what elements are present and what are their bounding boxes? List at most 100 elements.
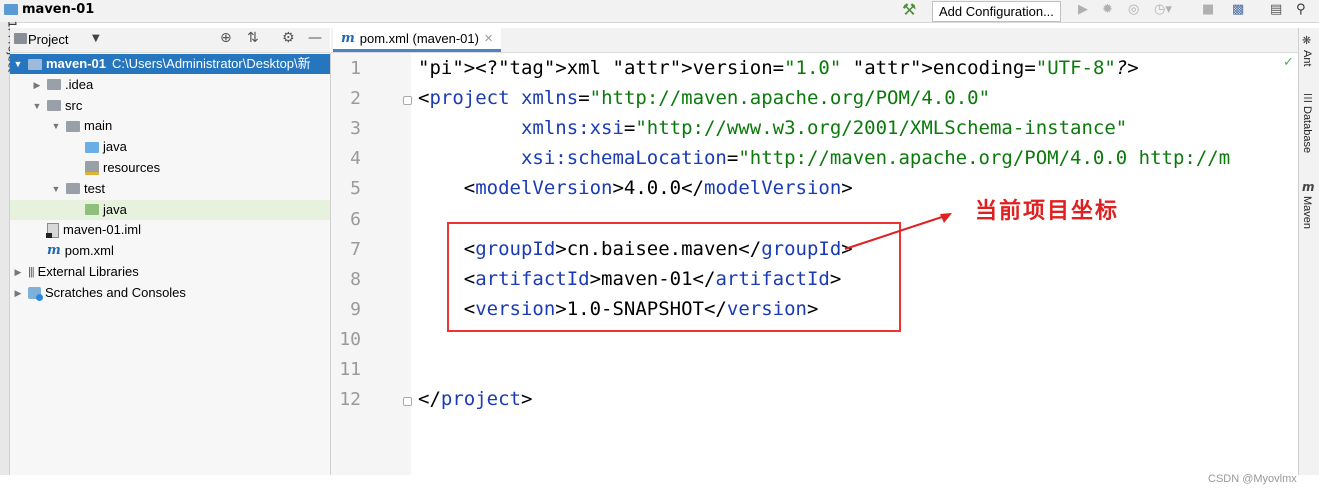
project-view-icon bbox=[14, 33, 27, 48]
scratches-icon bbox=[28, 286, 43, 301]
tree-item-label: maven-01 bbox=[46, 56, 106, 71]
tree-item-label: pom.xml bbox=[64, 243, 114, 259]
window-project-title[interactable]: maven-01 bbox=[4, 2, 94, 17]
annotation-arrow bbox=[844, 213, 952, 250]
tree-item[interactable]: ▶ .idea bbox=[10, 75, 330, 95]
folder-icon bbox=[66, 120, 80, 132]
search-icon[interactable]: ⚲ bbox=[1296, 2, 1306, 17]
annotation-box bbox=[447, 222, 901, 332]
chevron-down-icon[interactable]: ▼ bbox=[31, 96, 43, 116]
resources-folder-icon bbox=[85, 161, 99, 175]
project-view-selector[interactable]: Project bbox=[28, 32, 68, 47]
maven-icon: m bbox=[1302, 180, 1315, 194]
profile-icon[interactable]: ◷▾ bbox=[1154, 2, 1172, 17]
tab-pom-xml[interactable]: m pom.xml (maven-01) ✕ bbox=[333, 28, 502, 52]
title-bar bbox=[0, 0, 1319, 23]
line-number: 3 bbox=[350, 118, 361, 140]
close-icon[interactable]: ✕ bbox=[484, 32, 493, 45]
libraries-icon: |||‪ bbox=[28, 266, 35, 278]
watermark: CSDN @Myovlmx bbox=[1208, 473, 1297, 485]
locate-icon[interactable]: ⊕ bbox=[220, 30, 232, 46]
iml-file-icon bbox=[46, 222, 59, 238]
line-number: 7 bbox=[350, 238, 361, 260]
tree-item[interactable]: ▼ main bbox=[10, 116, 330, 136]
debug-icon[interactable]: ✹ bbox=[1102, 2, 1113, 17]
database-tool-tab[interactable]: Database bbox=[1301, 106, 1313, 153]
run-icon[interactable]: ▶ bbox=[1078, 2, 1088, 17]
left-tool-strip bbox=[0, 22, 10, 475]
stop-icon[interactable]: ■ bbox=[1202, 2, 1214, 17]
maven-tool-tab[interactable]: Maven bbox=[1301, 196, 1313, 229]
tree-item[interactable]: ▼ maven-01 C:\Users\Administrator\Desktop\… bbox=[10, 54, 330, 74]
line-number: 2 bbox=[350, 88, 361, 110]
chevron-right-icon[interactable]: ▶ bbox=[12, 283, 24, 303]
ant-tool-tab[interactable]: Ant bbox=[1301, 50, 1313, 67]
chevron-down-icon[interactable]: ▼ bbox=[12, 54, 24, 74]
checkmark-icon: ✓ bbox=[1283, 55, 1294, 70]
annotation-label: 当前项目坐标 bbox=[975, 198, 1120, 224]
gear-icon[interactable]: ⚙ bbox=[282, 30, 295, 46]
fold-marker-icon[interactable] bbox=[403, 96, 412, 105]
chevron-down-icon[interactable]: ▼ bbox=[92, 33, 100, 44]
maven-file-icon: m bbox=[47, 243, 61, 259]
code-line[interactable]: </project> bbox=[418, 388, 532, 410]
line-number: 10 bbox=[339, 328, 361, 350]
line-number: 6 bbox=[350, 208, 361, 230]
tree-item-label: java bbox=[103, 139, 127, 155]
module-folder-icon bbox=[28, 58, 42, 70]
chevron-down-icon[interactable]: ▼ bbox=[50, 179, 62, 199]
database-icon: ☰ bbox=[1303, 92, 1313, 105]
folder-icon bbox=[66, 183, 80, 195]
tree-item-label: .idea bbox=[65, 76, 94, 92]
build-hammer-icon[interactable]: ⚒ bbox=[902, 0, 916, 19]
coverage-icon[interactable]: ◎ bbox=[1128, 2, 1139, 17]
terminal-icon[interactable]: ▤ bbox=[1270, 2, 1282, 17]
tree-item-label: java bbox=[103, 201, 127, 217]
tree-item-label: test bbox=[84, 180, 105, 196]
tree-item[interactable]: maven-01.iml bbox=[10, 220, 330, 240]
chevron-right-icon[interactable]: ▶ bbox=[31, 75, 43, 95]
ant-icon: ❋ bbox=[1302, 34, 1312, 47]
code-line[interactable]: xmlns:xsi="http://www.w3.org/2001/XMLSch… bbox=[418, 117, 1127, 139]
tree-item-label: resources bbox=[103, 160, 161, 175]
chevron-down-icon[interactable]: ▼ bbox=[50, 116, 62, 136]
tree-item-label: maven-01.iml bbox=[63, 222, 142, 238]
line-number: 1 bbox=[350, 58, 361, 79]
tree-item-label: Scratches and Consoles bbox=[45, 284, 186, 300]
tree-item[interactable]: m pom.xml bbox=[10, 241, 330, 261]
line-number: 9 bbox=[350, 298, 361, 320]
code-line[interactable]: <modelVersion>4.0.0</modelVersion> bbox=[418, 177, 853, 199]
tree-item-label: External Libraries bbox=[37, 264, 139, 279]
tree-item-label: src bbox=[65, 97, 83, 113]
tree-item[interactable]: java bbox=[10, 199, 330, 220]
folder-icon bbox=[47, 79, 61, 91]
maven-file-icon: m bbox=[341, 31, 355, 46]
project-folder-icon bbox=[4, 4, 18, 15]
fold-marker-icon[interactable] bbox=[403, 397, 412, 406]
code-line[interactable]: xsi:schemaLocation="http://maven.apache.… bbox=[418, 147, 1230, 169]
tree-item[interactable]: ▶ |||‪ External Libraries bbox=[10, 262, 330, 282]
tree-item-path: C:\Users\Administrator\Desktop\新 bbox=[111, 56, 311, 71]
line-number: 12 bbox=[339, 389, 361, 411]
tree-item[interactable]: java bbox=[10, 137, 330, 157]
folder-icon bbox=[47, 100, 61, 112]
test-folder-icon bbox=[85, 204, 99, 216]
line-number: 11 bbox=[339, 359, 361, 380]
hide-panel-icon[interactable]: — bbox=[308, 30, 322, 46]
project-structure-icon[interactable]: ▩ bbox=[1232, 2, 1244, 17]
editor-gutter bbox=[331, 53, 411, 475]
line-number: 5 bbox=[350, 178, 361, 200]
tree-item[interactable]: ▼ test bbox=[10, 179, 330, 199]
tree-item[interactable]: ▼ src bbox=[10, 96, 330, 116]
add-configuration-button[interactable]: Add Configuration... bbox=[932, 1, 1061, 22]
chevron-right-icon[interactable]: ▶ bbox=[12, 262, 24, 282]
tree-item-label: main bbox=[84, 118, 113, 134]
line-number: 8 bbox=[350, 268, 361, 290]
collapse-all-icon[interactable]: ⇅ bbox=[247, 30, 259, 46]
line-number: 4 bbox=[350, 148, 361, 170]
tree-item[interactable]: resources bbox=[10, 158, 330, 178]
source-folder-icon bbox=[85, 141, 99, 153]
code-line[interactable]: "pi"><?"tag">xml "attr">version="1.0" "a… bbox=[418, 57, 1139, 79]
tree-item[interactable]: ▶ Scratches and Consoles bbox=[10, 283, 330, 303]
code-line[interactable]: <project xmlns="http://maven.apache.org/… bbox=[418, 87, 990, 109]
